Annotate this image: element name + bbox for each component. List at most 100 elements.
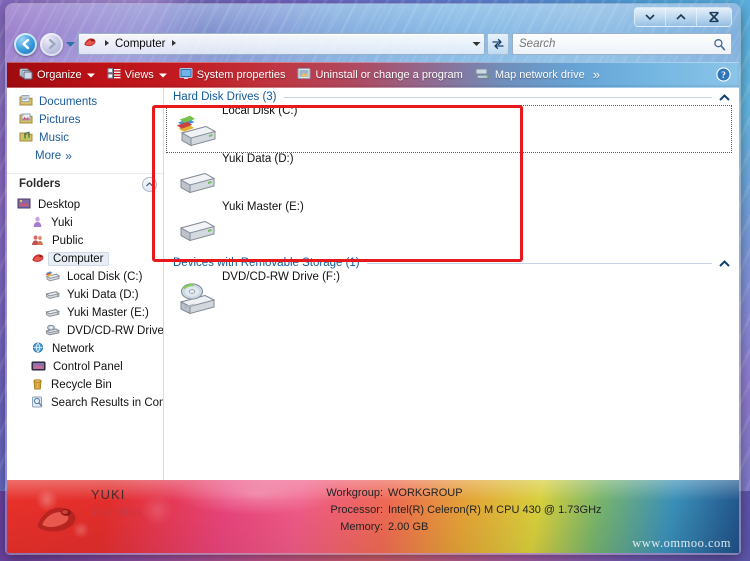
- tree-item-desktop-label: Desktop: [38, 199, 81, 211]
- computer-icon: [83, 36, 97, 52]
- help-button[interactable]: ?: [716, 67, 731, 82]
- tree-item-yuki[interactable]: Yuki: [7, 214, 163, 232]
- refresh-icon: [492, 38, 504, 50]
- detail-value-memory: 2.00 GB: [388, 521, 429, 533]
- breadcrumb-separator-root: [104, 38, 110, 50]
- favorite-links: Documents Pictures Music More »: [7, 87, 163, 167]
- tree-item-yuki-data-d[interactable]: Yuki Data (D:): [7, 286, 163, 304]
- toolbar-system-properties-button[interactable]: System properties: [173, 64, 292, 85]
- chevron-up-icon: [719, 93, 730, 101]
- breadcrumb-separator-end[interactable]: [171, 38, 177, 50]
- group-collapse-button-removable-storage[interactable]: [719, 259, 730, 267]
- arrow-right-icon: [48, 38, 56, 50]
- command-toolbar: Organize Views System properties Uninsta…: [7, 62, 739, 88]
- nav-item-music-label: Music: [39, 132, 70, 144]
- address-dropdown-button[interactable]: [468, 41, 484, 47]
- tree-item-dvd-drive-label: DVD/CD-RW Drive (: [67, 325, 164, 337]
- group-items-hard-disk-drives: Local Disk (C:) Yuki Data (D:) Yuki Mast…: [164, 105, 739, 249]
- tree-item-yuki-label: Yuki: [51, 217, 73, 229]
- search-icon: [713, 38, 726, 51]
- group-header-rule: [366, 262, 712, 264]
- search-box[interactable]: [512, 33, 732, 55]
- tree-item-control-panel[interactable]: Control Panel: [7, 358, 163, 376]
- group-collapse-button-hard-disk-drives[interactable]: [719, 93, 730, 101]
- chevron-down-icon[interactable]: [158, 69, 167, 81]
- toolbar-views-label: Views: [124, 68, 154, 81]
- close-button[interactable]: [697, 8, 731, 26]
- tree-item-network-label: Network: [52, 343, 95, 355]
- hard-drive-icon: [45, 288, 61, 303]
- help-icon: ?: [716, 67, 731, 82]
- nav-item-more[interactable]: More »: [7, 147, 163, 165]
- tree-item-yuki-master-e[interactable]: Yuki Master (E:): [7, 304, 163, 322]
- toolbar-map-network-drive-label: Map network drive: [494, 68, 585, 81]
- detail-key-workgroup: Workgroup:: [326, 487, 383, 499]
- group-header-removable-storage-label: Devices with Removable Storage (1): [173, 257, 360, 269]
- local-disk-icon: [45, 270, 61, 285]
- toolbar-uninstall-button[interactable]: Uninstall or change a program: [291, 64, 468, 85]
- nav-item-pictures-label: Pictures: [39, 114, 81, 126]
- folders-header-label: Folders: [19, 178, 61, 190]
- hard-drive-icon: [176, 211, 218, 248]
- computer-icon: [35, 502, 81, 539]
- tree-item-public[interactable]: Public: [7, 232, 163, 250]
- toolbar-views-button[interactable]: Views: [101, 64, 173, 85]
- tree-item-control-panel-label: Control Panel: [53, 361, 123, 373]
- toolbar-map-network-drive-button[interactable]: Map network drive: [469, 64, 591, 85]
- chevron-up-icon: [676, 13, 686, 20]
- toolbar-organize-button[interactable]: Organize: [13, 64, 101, 85]
- folders-header[interactable]: Folders: [7, 173, 163, 194]
- history-dropdown-button[interactable]: [63, 33, 77, 55]
- music-icon: [19, 130, 33, 146]
- computer-name: YUKI: [91, 487, 126, 502]
- tree-item-computer[interactable]: Computer: [7, 250, 163, 268]
- refresh-button[interactable]: [487, 33, 509, 55]
- forward-button[interactable]: [40, 32, 63, 56]
- system-disk-icon: [176, 115, 218, 152]
- chevron-down-icon: [645, 14, 655, 21]
- tree-item-network[interactable]: Network: [7, 340, 163, 358]
- chevron-down-icon[interactable]: [86, 69, 95, 81]
- tree-item-local-disk-c-label: Local Disk (C:): [67, 271, 143, 283]
- breadcrumb-computer[interactable]: Computer: [114, 38, 167, 50]
- drive-item-yuki-master-e[interactable]: Yuki Master (E:): [164, 201, 739, 249]
- tree-item-recycle-bin[interactable]: Recycle Bin: [7, 376, 163, 394]
- views-icon: [107, 67, 121, 83]
- file-list-pane[interactable]: Hard Disk Drives (3) Local Disk (C:) Yuk…: [164, 87, 739, 480]
- search-results-icon: [31, 396, 44, 411]
- maximize-button[interactable]: [666, 8, 697, 26]
- tree-item-desktop[interactable]: Desktop: [7, 196, 163, 214]
- caption-buttons: [634, 7, 732, 27]
- drive-item-yuki-data-d[interactable]: Yuki Data (D:): [164, 153, 739, 201]
- detail-row-memory: Memory: 2.00 GB: [307, 520, 707, 535]
- drive-item-dvd-cd-rw-f-label: DVD/CD-RW Drive (F:): [222, 271, 340, 283]
- tree-item-computer-label: Computer: [48, 252, 109, 266]
- toolbar-overflow-button[interactable]: »: [591, 64, 606, 85]
- drive-item-dvd-cd-rw-f[interactable]: DVD/CD-RW Drive (F:): [164, 271, 739, 319]
- tree-item-yuki-master-e-label: Yuki Master (E:): [67, 307, 149, 319]
- nav-item-documents-label: Documents: [39, 96, 98, 108]
- chevron-down-icon: [65, 41, 75, 47]
- tree-item-search-results[interactable]: Search Results in Com: [7, 394, 163, 412]
- folders-collapse-button[interactable]: [142, 176, 157, 192]
- tree-item-dvd-drive[interactable]: DVD/CD-RW Drive (: [7, 322, 163, 340]
- tree-item-local-disk-c[interactable]: Local Disk (C:): [7, 268, 163, 286]
- group-header-hard-disk-drives-label: Hard Disk Drives (3): [173, 91, 277, 103]
- explorer-window: Computer Search Organize Views System pr…: [6, 4, 740, 554]
- nav-item-more-glyph: »: [65, 149, 72, 163]
- drive-item-yuki-master-e-label: Yuki Master (E:): [222, 201, 304, 213]
- nav-item-music[interactable]: Music: [7, 129, 163, 147]
- chevron-up-icon: [719, 259, 730, 267]
- drive-item-local-disk-c[interactable]: Local Disk (C:): [164, 105, 739, 153]
- nav-item-pictures[interactable]: Pictures: [7, 111, 163, 129]
- search-input[interactable]: [513, 38, 713, 50]
- detail-value-workgroup: WORKGROUP: [388, 487, 463, 499]
- group-header-removable-storage[interactable]: Devices with Removable Storage (1): [164, 249, 739, 271]
- nav-item-documents[interactable]: Documents: [7, 93, 163, 111]
- breadcrumb-bar[interactable]: Computer: [78, 33, 485, 55]
- minimize-button[interactable]: [635, 8, 666, 26]
- back-button[interactable]: [14, 32, 37, 56]
- recycle-bin-icon: [31, 378, 44, 393]
- dvd-drive-icon: [176, 281, 220, 320]
- group-header-hard-disk-drives[interactable]: Hard Disk Drives (3): [164, 87, 739, 105]
